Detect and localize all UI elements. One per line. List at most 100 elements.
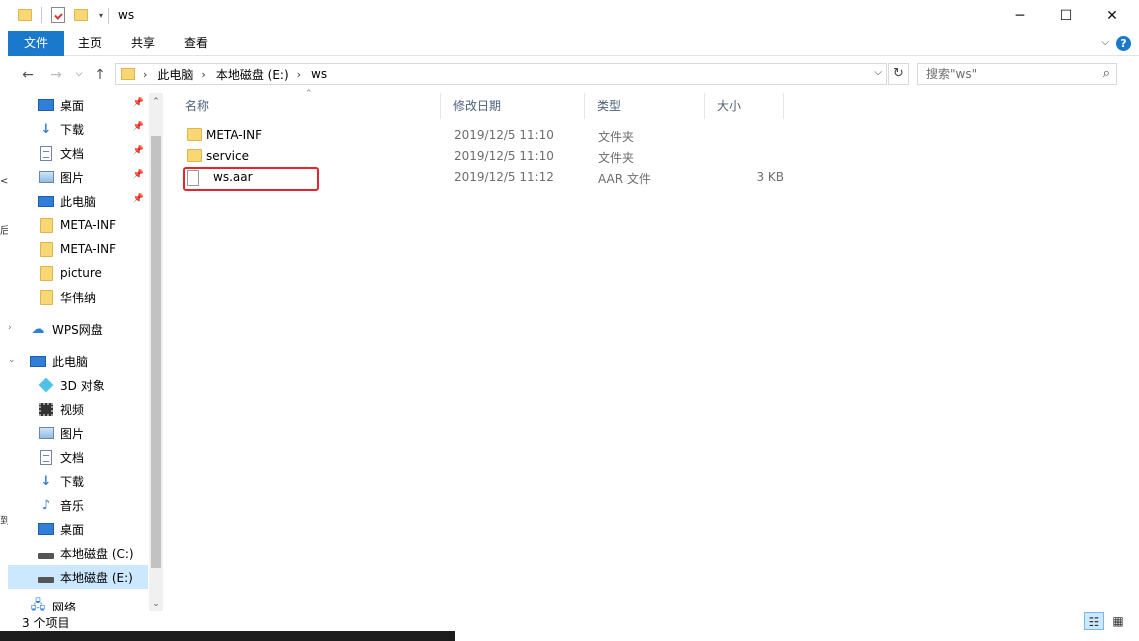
nav-item-label: META-INF xyxy=(60,242,117,256)
nav-item-label: WPS网盘 xyxy=(52,322,103,337)
document-icon xyxy=(38,145,54,161)
column-header-size[interactable]: 大小 xyxy=(705,93,783,119)
taskbar-background xyxy=(455,631,1139,641)
nav-item-documents-pc[interactable]: 文档 xyxy=(8,445,148,469)
search-box[interactable]: ⌕ xyxy=(917,63,1117,85)
folder-icon xyxy=(121,68,135,80)
file-list: ⌃ 名称 修改日期 类型 大小 META-INF 2019/12/5 11:10… xyxy=(173,89,1139,611)
search-icon[interactable]: ⌕ xyxy=(1103,66,1110,81)
pin-icon[interactable]: 📌 xyxy=(133,194,144,204)
chevron-right-icon[interactable]: › xyxy=(143,68,147,81)
chevron-right-icon[interactable]: › xyxy=(201,68,205,81)
maximize-button[interactable]: ☐ xyxy=(1043,0,1089,31)
customize-toolbar-icon[interactable]: ▾ xyxy=(99,11,103,20)
nav-item-label: 下载 xyxy=(60,474,85,489)
nav-item-meta-inf[interactable]: META-INF xyxy=(8,213,148,237)
nav-item-this-pc[interactable]: ⌄ 此电脑 xyxy=(8,349,148,373)
nav-item-music[interactable]: ♪ 音乐 xyxy=(8,493,148,517)
nav-item-label: 华伟纳 xyxy=(60,290,97,305)
tab-share[interactable]: 共享 xyxy=(116,31,170,56)
nav-item-label: 此电脑 xyxy=(60,194,97,209)
column-header-name[interactable]: 名称 xyxy=(173,93,440,119)
refresh-button[interactable]: ↻ xyxy=(888,63,909,85)
pin-icon[interactable]: 📌 xyxy=(133,98,144,108)
recent-locations-icon[interactable]: ⌵ xyxy=(68,69,90,79)
new-folder-icon[interactable] xyxy=(74,9,88,21)
scroll-up-icon[interactable]: ⌃ xyxy=(149,97,163,107)
nav-item-drive-e[interactable]: 本地磁盘 (E:) xyxy=(8,565,148,589)
expand-icon[interactable]: › xyxy=(8,323,12,333)
nav-item-label: 桌面 xyxy=(60,98,85,113)
tab-file[interactable]: 文件 xyxy=(8,31,64,56)
breadcrumb-this-pc[interactable]: 此电脑 xyxy=(157,66,193,83)
nav-item-label: 下载 xyxy=(60,122,85,137)
scrollbar-thumb[interactable] xyxy=(151,136,161,568)
nav-item-this-pc-pinned[interactable]: 此电脑 📌 xyxy=(8,189,148,213)
nav-item-documents[interactable]: 文档 📌 xyxy=(8,141,148,165)
collapse-icon[interactable]: ⌄ xyxy=(8,355,16,365)
column-header-date[interactable]: 修改日期 xyxy=(441,93,584,119)
title-bar: ▾ ws ─ ☐ ✕ xyxy=(8,0,1139,31)
nav-item-label: 桌面 xyxy=(60,522,85,537)
nav-item-label: META-INF xyxy=(60,218,117,232)
file-row[interactable]: service 2019/12/5 11:10 文件夹 xyxy=(173,146,793,167)
file-date: 2019/12/5 11:10 xyxy=(454,128,554,142)
expand-ribbon-icon[interactable]: ⌵ xyxy=(1101,37,1109,48)
nav-item-drive-c[interactable]: 本地磁盘 (C:) xyxy=(8,541,148,565)
properties-icon[interactable] xyxy=(51,7,65,23)
nav-item-huaweina[interactable]: 华伟纳 xyxy=(8,285,148,309)
back-button[interactable]: ← xyxy=(17,67,39,83)
column-header-type[interactable]: 类型 xyxy=(585,93,704,119)
pin-icon[interactable]: 📌 xyxy=(133,170,144,180)
address-bar[interactable]: › 此电脑 › 本地磁盘 (E:) › ws ⌵ xyxy=(115,63,887,85)
video-icon xyxy=(38,401,54,417)
nav-item-3d-objects[interactable]: 3D 对象 xyxy=(8,373,148,397)
file-row[interactable]: META-INF 2019/12/5 11:10 文件夹 xyxy=(173,125,793,146)
music-icon: ♪ xyxy=(41,497,51,513)
column-divider[interactable] xyxy=(783,93,784,119)
file-date: 2019/12/5 11:10 xyxy=(454,149,554,163)
tab-home[interactable]: 主页 xyxy=(64,31,116,56)
tab-view[interactable]: 查看 xyxy=(170,31,222,56)
nav-item-desktop-pc[interactable]: 桌面 xyxy=(8,517,148,541)
pin-icon[interactable]: 📌 xyxy=(133,146,144,156)
nav-item-label: 视频 xyxy=(60,402,85,417)
nav-item-downloads[interactable]: ↓ 下载 📌 xyxy=(8,117,148,141)
nav-item-pictures[interactable]: 图片 📌 xyxy=(8,165,148,189)
drive-icon xyxy=(38,545,54,561)
nav-item-label: 图片 xyxy=(60,426,85,441)
forward-button[interactable]: → xyxy=(45,67,67,83)
large-icons-view-icon[interactable]: ▦ xyxy=(1108,612,1128,630)
computer-icon xyxy=(38,193,54,209)
search-input[interactable] xyxy=(918,64,1088,84)
folder-icon xyxy=(38,241,54,257)
address-dropdown-icon[interactable]: ⌵ xyxy=(874,67,882,78)
breadcrumb-drive-e[interactable]: 本地磁盘 (E:) xyxy=(216,66,289,83)
file-date: 2019/12/5 11:12 xyxy=(454,170,554,184)
details-view-icon[interactable]: ☷ xyxy=(1084,612,1104,630)
breadcrumb-ws[interactable]: ws xyxy=(311,67,327,81)
nav-item-wps-drive[interactable]: › ☁ WPS网盘 xyxy=(8,317,148,341)
up-button[interactable]: ↑ xyxy=(89,67,111,83)
download-icon: ↓ xyxy=(40,121,52,137)
chevron-right-icon[interactable]: › xyxy=(297,68,301,81)
nav-item-pictures-pc[interactable]: 图片 xyxy=(8,421,148,445)
minimize-button[interactable]: ─ xyxy=(997,0,1043,31)
nav-item-downloads-pc[interactable]: ↓ 下载 xyxy=(8,469,148,493)
navigation-bar: ← → ⌵ ↑ › 此电脑 › 本地磁盘 (E:) › ws ⌵ ↻ ⌕ xyxy=(8,56,1139,93)
title-divider xyxy=(108,8,109,24)
nav-item-desktop[interactable]: 桌面 📌 xyxy=(8,93,148,117)
scroll-down-icon[interactable]: ⌄ xyxy=(149,599,163,609)
nav-item-label: picture xyxy=(60,266,102,280)
file-name: service xyxy=(206,149,249,163)
pin-icon[interactable]: 📌 xyxy=(133,122,144,132)
close-button[interactable]: ✕ xyxy=(1089,0,1135,31)
nav-item-meta-inf-2[interactable]: META-INF xyxy=(8,237,148,261)
nav-item-videos[interactable]: 视频 xyxy=(8,397,148,421)
background-window-edge: < 后 到 xyxy=(0,0,10,631)
nav-pane-scrollbar[interactable]: ⌃ ⌄ xyxy=(149,93,163,615)
pictures-icon xyxy=(38,425,54,441)
help-button[interactable]: ? xyxy=(1116,36,1131,51)
quick-access-toolbar: ▾ xyxy=(18,7,103,23)
nav-item-picture[interactable]: picture xyxy=(8,261,148,285)
